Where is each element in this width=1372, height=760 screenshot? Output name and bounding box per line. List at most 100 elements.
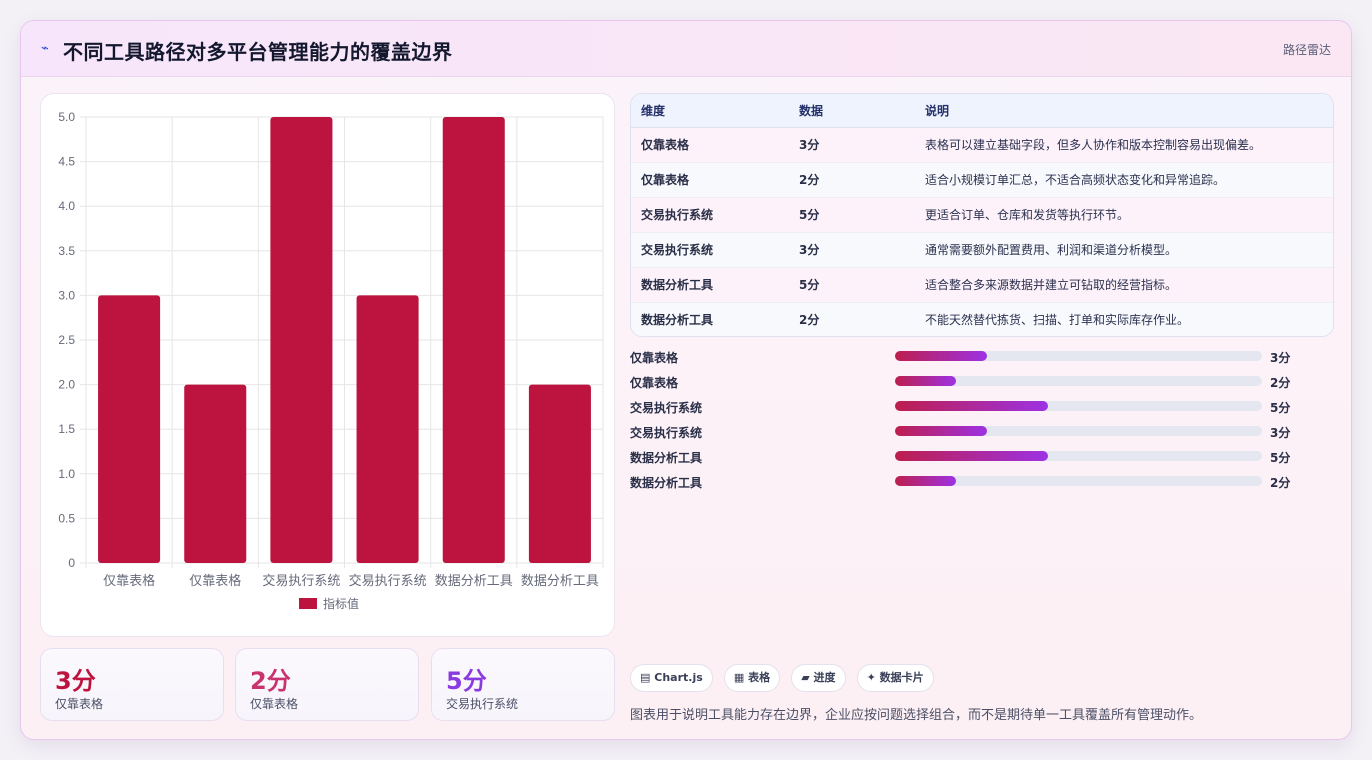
progress-track — [895, 351, 1262, 361]
column-header-data: 数据 — [799, 94, 925, 128]
chip-label: 进度 — [813, 671, 836, 684]
progress-row: 交易执行系统 5分 — [630, 398, 1334, 423]
progress-row: 交易执行系统 3分 — [630, 423, 1334, 448]
cell-dimension: 数据分析工具 — [631, 267, 799, 303]
progress-label: 交易执行系统 — [630, 426, 703, 440]
cell-description: 表格可以建立基础字段，但多人协作和版本控制容易出现偏差。 — [925, 127, 1333, 163]
x-tick-label: 交易执行系统 — [262, 573, 340, 589]
y-tick-label: 4.0 — [58, 199, 75, 213]
chip-table[interactable]: ▦ 表格 — [723, 664, 781, 692]
x-tick-label: 数据分析工具 — [435, 574, 513, 589]
legend-label: 指标值 — [323, 596, 359, 611]
dashboard-card: ⌁ 不同工具路径对多平台管理能力的覆盖边界 路径雷达 0 0.5 1.0 1.5 2.0… — [20, 20, 1352, 740]
chip-data-cards[interactable]: ✦ 数据卡片 — [856, 664, 934, 692]
y-tick-label: 1.0 — [58, 467, 75, 481]
table-row: 数据分析工具 2分 不能天然替代拣货、扫描、打单和实际库存作业。 — [631, 302, 1333, 336]
data-table: 维度 数据 说明 仅靠表格 3分 表格可以建立基础字段，但多人协作和版本控制容易… — [630, 93, 1334, 337]
y-tick-label: 0 — [68, 556, 75, 570]
x-tick-label: 仅靠表格 — [189, 573, 241, 589]
bar-chart-panel: 0 0.5 1.0 1.5 2.0 2.5 3.0 3.5 4.0 4.5 5.0 仅靠表格 仅靠表格 交… — [40, 93, 615, 637]
header-tag: 路径雷达 — [1282, 43, 1331, 57]
chip-label: 表格 — [748, 671, 771, 684]
stat-label: 交易执行系统 — [446, 697, 519, 711]
progress-value: 3分 — [1270, 351, 1291, 365]
y-tick-label: 1.5 — [58, 422, 75, 436]
stat-label: 仅靠表格 — [250, 697, 299, 711]
y-tick-label: 4.5 — [58, 155, 75, 169]
cell-dimension: 仅靠表格 — [631, 162, 799, 198]
cell-description: 不能天然替代拣货、扫描、打单和实际库存作业。 — [925, 302, 1333, 336]
table-row: 数据分析工具 5分 适合整合多来源数据并建立可钻取的经营指标。 — [631, 267, 1333, 303]
progress-fill — [895, 476, 957, 486]
progress-track — [895, 451, 1262, 461]
progress-track — [895, 401, 1262, 411]
bar — [356, 295, 419, 563]
stat-label: 仅靠表格 — [55, 697, 104, 711]
progress-row: 仅靠表格 3分 — [630, 348, 1334, 373]
chip-progress[interactable]: ▰ 进度 — [791, 664, 846, 692]
progress-fill — [895, 376, 957, 386]
chip-label: 数据卡片 — [879, 671, 924, 684]
progress-row: 仅靠表格 2分 — [630, 373, 1334, 398]
cell-description: 通常需要额外配置费用、利润和渠道分析模型。 — [925, 232, 1333, 268]
progress-label: 仅靠表格 — [630, 351, 679, 365]
cell-dimension: 交易执行系统 — [631, 232, 799, 268]
stat-card: 5分 交易执行系统 — [431, 648, 615, 721]
table-row: 仅靠表格 2分 适合小规模订单汇总，不适合高频状态变化和异常追踪。 — [631, 162, 1333, 198]
table-row: 交易执行系统 5分 更适合订单、仓库和发货等执行环节。 — [631, 197, 1333, 233]
card-header: ⌁ 不同工具路径对多平台管理能力的覆盖边界 路径雷达 — [21, 21, 1351, 77]
y-tick-label: 2.0 — [58, 378, 75, 392]
progress-fill — [895, 351, 987, 361]
progress-track — [895, 426, 1262, 436]
stat-card: 3分 仅靠表格 — [40, 648, 224, 721]
y-tick-label: 3.0 — [58, 288, 75, 302]
column-header-description: 说明 — [925, 94, 1333, 128]
progress-value: 3分 — [1270, 426, 1291, 440]
cell-dimension: 交易执行系统 — [631, 197, 799, 233]
y-tick-label: 2.5 — [58, 333, 75, 347]
cell-score: 2分 — [799, 302, 925, 336]
progress-value: 2分 — [1270, 476, 1291, 490]
legend-swatch — [299, 598, 317, 609]
cell-score: 3分 — [799, 127, 925, 163]
y-tick-label: 5.0 — [58, 110, 75, 124]
sparkle-icon: ✦ — [866, 671, 876, 684]
tag-chips: ▤ Chart.js ▦ 表格 ▰ 进度 ✦ 数据卡片 — [630, 664, 940, 692]
bar — [442, 117, 505, 563]
progress-fill — [895, 451, 1049, 461]
bar — [98, 295, 161, 563]
progress-fill — [895, 426, 987, 436]
progress-value: 2分 — [1270, 376, 1291, 390]
y-tick-label: 3.5 — [58, 244, 75, 258]
progress-label: 数据分析工具 — [630, 451, 703, 465]
bar — [528, 384, 591, 563]
page-title: 不同工具路径对多平台管理能力的覆盖边界 — [63, 40, 453, 64]
progress-value: 5分 — [1270, 401, 1291, 415]
bar — [184, 384, 247, 563]
bar-chart: 0 0.5 1.0 1.5 2.0 2.5 3.0 3.5 4.0 4.5 5.0 仅靠表格 仅靠表格 交… — [58, 110, 604, 611]
cell-dimension: 仅靠表格 — [631, 127, 799, 163]
chip-chartjs[interactable]: ▤ Chart.js — [630, 664, 713, 692]
cell-score: 5分 — [799, 197, 925, 233]
x-tick-label: 仅靠表格 — [103, 573, 155, 589]
column-header-dimension: 维度 — [631, 94, 799, 128]
stat-card: 2分 仅靠表格 — [235, 648, 419, 721]
cell-score: 2分 — [799, 162, 925, 198]
stat-value: 3分 — [55, 667, 96, 695]
bar-chart-icon: ▤ — [640, 671, 651, 684]
progress-track — [895, 476, 1262, 486]
stat-value: 2分 — [250, 667, 291, 695]
progress-row: 数据分析工具 2分 — [630, 473, 1334, 498]
progress-icon: ▰ — [801, 671, 810, 684]
progress-fill — [895, 401, 1049, 411]
progress-row: 数据分析工具 5分 — [630, 448, 1334, 473]
pulse-icon: ⌁ — [41, 41, 49, 56]
progress-value: 5分 — [1270, 451, 1291, 465]
cell-description: 适合小规模订单汇总，不适合高频状态变化和异常追踪。 — [925, 162, 1333, 198]
cell-description: 更适合订单、仓库和发货等执行环节。 — [925, 197, 1333, 233]
chip-label: Chart.js — [654, 671, 703, 684]
cell-score: 3分 — [799, 232, 925, 268]
x-tick-label: 交易执行系统 — [349, 573, 427, 589]
progress-track — [895, 376, 1262, 386]
table-row: 交易执行系统 3分 通常需要额外配置费用、利润和渠道分析模型。 — [631, 232, 1333, 268]
